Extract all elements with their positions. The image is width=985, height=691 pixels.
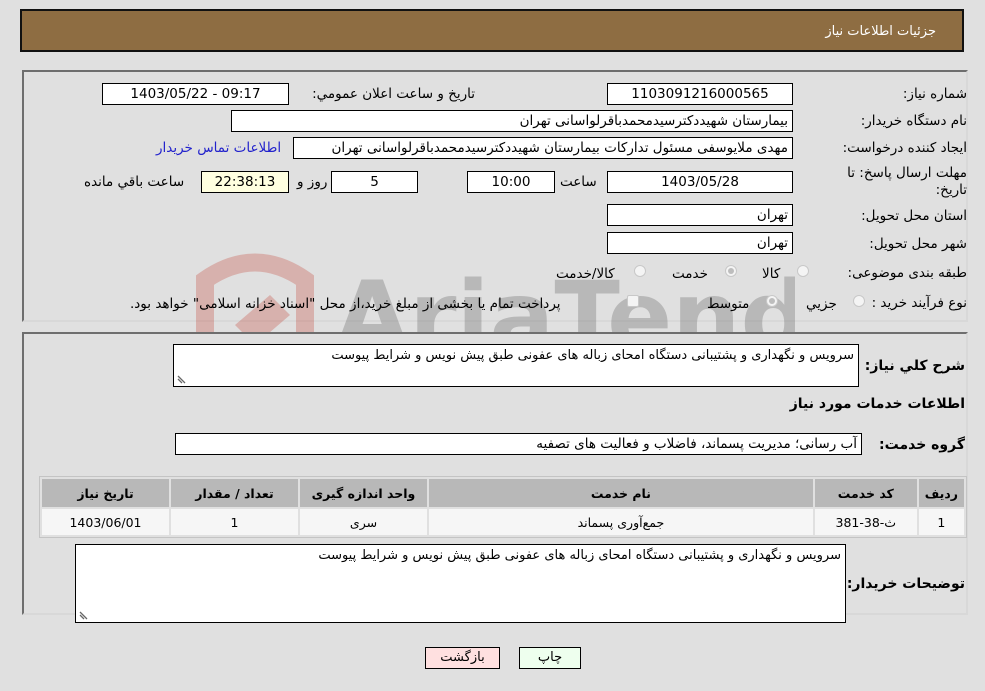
deadline-time-field[interactable]: 10:00 [467,171,555,193]
services-table: ردیف کد خدمت نام خدمت واحد اندازه گیری ت… [39,476,967,538]
category-radio-service[interactable] [725,265,737,277]
col-date-header: تاریخ نیاز [42,479,169,507]
col-row-header: ردیف [918,479,964,507]
deadline-label-2: تاریخ: [935,182,967,198]
process-medium-label: متوسط [707,296,750,312]
page-title: جزئیات اطلاعات نیاز [825,24,936,39]
buyer-notes-text: سرویس و نگهداری و پشتیبانی دستگاه امحای … [318,548,841,563]
resize-grip-icon[interactable] [177,374,187,384]
category-goods-label: کالا [762,266,781,282]
col-name-header: نام خدمت [429,479,813,507]
category-label: طبقه بندی موضوعی: [847,265,967,281]
deadline-label: مهلت ارسال پاسخ: تا [847,165,967,181]
remaining-label: ساعت باقي مانده [84,174,185,190]
remaining-days-field[interactable]: 5 [331,171,418,193]
cell-row: 1 [918,509,964,535]
resize-grip-icon[interactable] [79,610,89,620]
province-label: استان محل تحویل: [861,208,967,224]
table-row: 1 ث-38-381 جمع‌آوری پسماند سری 1 1403/06… [42,509,964,535]
category-service-label: خدمت [672,266,708,282]
service-group-field[interactable]: آب رسانی؛ مدیریت پسماند، فاضلاب و فعالیت… [175,433,862,455]
city-field[interactable]: تهران [607,232,793,254]
announce-label: تاریخ و ساعت اعلان عمومي: [312,86,475,102]
announce-datetime-field[interactable]: 1403/05/22 - 09:17 [102,83,289,105]
creator-field[interactable]: مهدی ملایوسفی مسئول تدارکات بیمارستان شه… [293,137,793,159]
deadline-time-label: ساعت [560,174,597,190]
remaining-time-field[interactable]: 22:38:13 [201,171,289,193]
description-textarea[interactable]: سرویس و نگهداری و پشتیبانی دستگاه امحای … [173,344,859,387]
deadline-date-field[interactable]: 1403/05/28 [607,171,793,193]
cell-unit: سری [300,509,427,535]
province-field[interactable]: تهران [607,204,793,226]
buyer-notes-textarea[interactable]: سرویس و نگهداری و پشتیبانی دستگاه امحای … [75,544,846,623]
buyer-org-field[interactable]: بیمارستان شهیددکترسیدمحمدباقرلواسانی تهر… [231,110,793,132]
city-label: شهر محل تحویل: [869,236,967,252]
need-number-field[interactable]: 1103091216000565 [607,83,793,105]
cell-qty: 1 [171,509,298,535]
category-goods-service-label: کالا/خدمت [556,266,615,282]
treasury-checkbox[interactable] [627,295,639,307]
back-button[interactable]: بازگشت [425,647,500,669]
creator-label: ایجاد کننده درخواست: [842,140,967,156]
need-number-label: شماره نیاز: [902,86,967,102]
process-radio-minor[interactable] [853,295,865,307]
col-code-header: کد خدمت [814,479,917,507]
category-radio-goods[interactable] [797,265,809,277]
process-radio-medium[interactable] [766,295,778,307]
cell-code: ث-38-381 [814,509,917,535]
col-qty-header: تعداد / مقدار [171,479,298,507]
process-label: نوع فرآیند خرید : [871,295,967,311]
page-header: جزئیات اطلاعات نیاز [20,9,964,52]
buyer-contact-link[interactable]: اطلاعات تماس خریدار [156,140,281,156]
buyer-org-label: نام دستگاه خریدار: [860,113,967,129]
treasury-label: پرداخت تمام یا بخشی از مبلغ خرید،از محل … [130,296,561,312]
table-header-row: ردیف کد خدمت نام خدمت واحد اندازه گیری ت… [42,479,964,507]
buyer-notes-label: توضیحات خریدار: [846,576,965,592]
need-info-panel [22,70,968,322]
days-label: روز و [297,174,328,190]
services-section-title: اطلاعات خدمات مورد نیاز [789,396,965,412]
category-radio-goods-service[interactable] [634,265,646,277]
print-button[interactable]: چاپ [519,647,581,669]
description-text: سرویس و نگهداری و پشتیبانی دستگاه امحای … [331,348,854,363]
description-label: شرح کلي نیاز: [864,358,965,374]
cell-name: جمع‌آوری پسماند [429,509,813,535]
cell-date: 1403/06/01 [42,509,169,535]
service-group-label: گروه خدمت: [879,437,965,453]
col-unit-header: واحد اندازه گیری [300,479,427,507]
process-minor-label: جزيي [806,296,837,312]
